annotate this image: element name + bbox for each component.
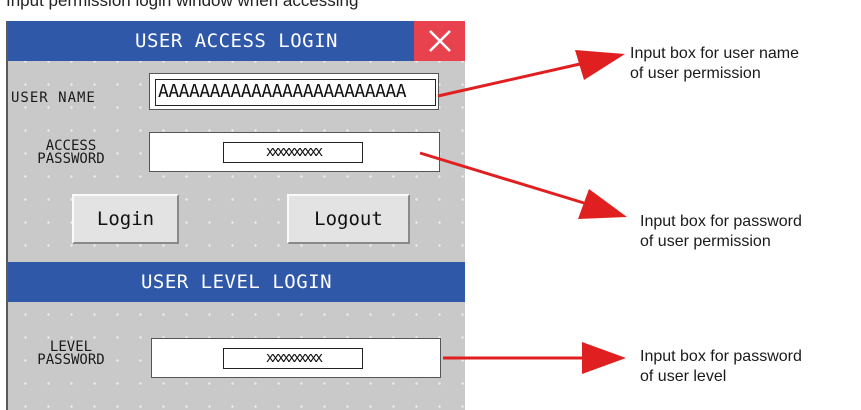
annotation-level-password-line2: of user level bbox=[640, 368, 727, 385]
annotation-username-line2: of user permission bbox=[630, 65, 761, 82]
annotation-access-password-line2: of user permission bbox=[640, 233, 771, 250]
annotation-level-password: Input box for password of user level bbox=[640, 347, 802, 387]
annotation-username-line1: Input box for user name bbox=[630, 45, 799, 62]
arrow-access-password bbox=[419, 151, 627, 219]
arrow-username bbox=[437, 50, 625, 98]
annotation-access-password-line1: Input box for password bbox=[640, 213, 802, 230]
annotation-level-password-line1: Input box for password bbox=[640, 348, 802, 365]
annotation-access-password: Input box for password of user permissio… bbox=[640, 212, 802, 252]
annotation-username: Input box for user name of user permissi… bbox=[630, 44, 799, 84]
arrow-level-password bbox=[443, 342, 626, 374]
